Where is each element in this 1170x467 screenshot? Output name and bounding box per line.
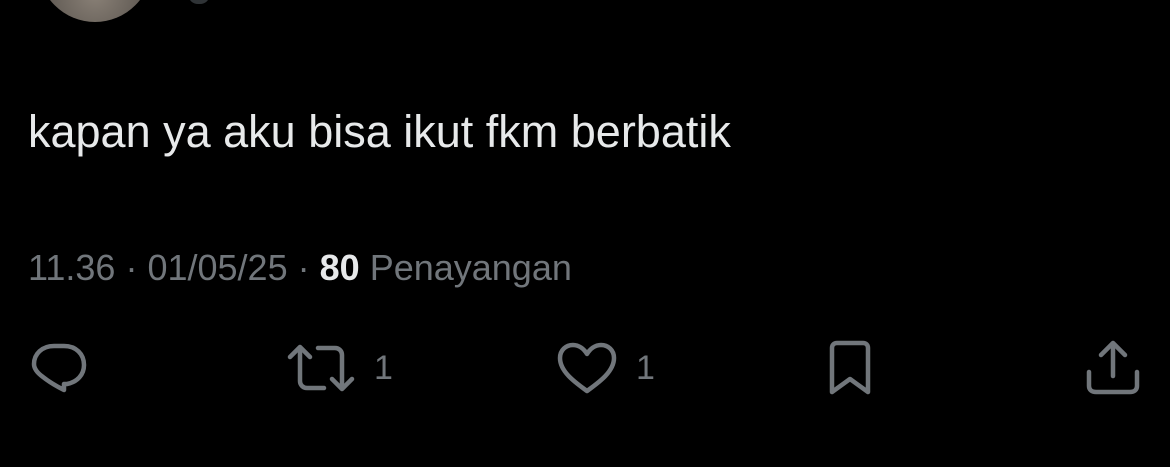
retweet-icon — [287, 344, 355, 392]
bookmark-icon — [829, 340, 871, 395]
heart-icon — [557, 342, 617, 394]
tweet-meta: 11.36 · 01/05/25 · 80 Penayangan — [28, 246, 572, 290]
like-count: 1 — [636, 348, 655, 387]
share-button[interactable] — [1084, 338, 1142, 398]
meta-separator: · — [125, 247, 138, 288]
like-button[interactable]: 1 — [556, 338, 655, 398]
retweet-count: 1 — [374, 348, 393, 387]
bookmark-button[interactable] — [826, 338, 874, 398]
avatar[interactable] — [38, 0, 152, 22]
reply-button[interactable] — [30, 338, 88, 398]
reply-icon — [31, 343, 87, 393]
views-count[interactable]: 80 — [320, 247, 360, 288]
retweet-button[interactable]: 1 — [286, 338, 393, 398]
tweet-date[interactable]: 01/05/25 — [147, 247, 287, 288]
tweet-actions: 1 1 — [0, 338, 1170, 398]
share-icon — [1086, 340, 1140, 395]
tweet-text: kapan ya aku bisa ikut fkm berbatik — [28, 106, 731, 157]
tweet-time[interactable]: 11.36 — [28, 247, 115, 288]
views-label[interactable]: Penayangan — [370, 247, 572, 288]
verified-badge-icon — [188, 0, 210, 4]
meta-separator: · — [297, 247, 310, 288]
